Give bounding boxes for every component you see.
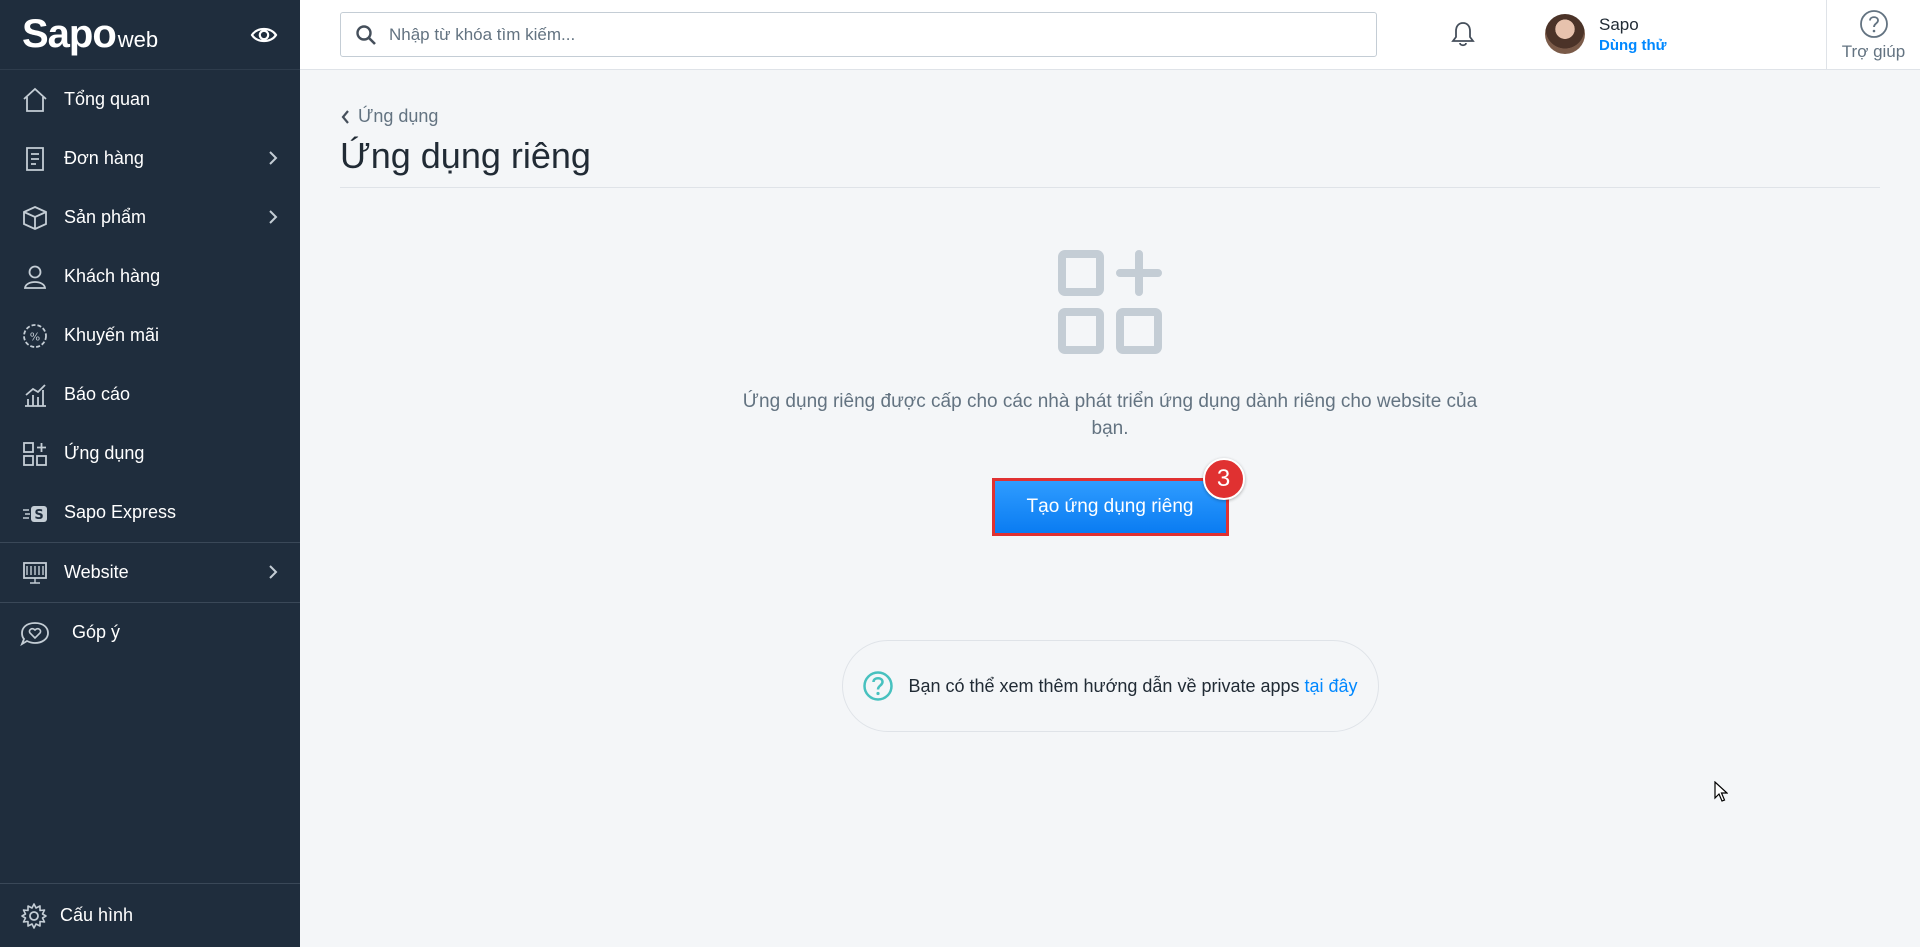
sidebar-item-label: Tổng quan [64,89,151,109]
sidebar: Sapo web Tổng quan Đơn hàng Sản phẩm Khá… [0,0,300,947]
sidebar-item-customers[interactable]: Khách hàng [0,247,300,306]
user-info: Sapo Dùng thử [1599,15,1667,54]
logo-row: Sapo web [0,0,300,70]
chevron-left-icon [341,109,349,124]
help-label: Trợ giúp [1841,41,1906,61]
sidebar-item-label: Góp ý [72,622,121,642]
sidebar-item-apps[interactable]: Ứng dụng [0,424,300,483]
sidebar-item-label: Ứng dụng [64,443,145,463]
sidebar-item-label: Báo cáo [64,384,131,404]
express-icon: S [20,498,50,528]
sidebar-item-reports[interactable]: Báo cáo [0,365,300,424]
chart-icon [20,380,50,410]
search-input[interactable] [389,24,1376,45]
page-title: Ứng dụng riêng [340,135,1880,188]
box-icon [20,203,50,233]
topbar: Sapo Dùng thử Trợ giúp [300,0,1920,70]
heart-chat-icon [20,618,50,648]
breadcrumb-link[interactable]: Ứng dụng [358,106,438,127]
user-icon [20,262,50,292]
mouse-cursor-icon [1714,781,1728,802]
sidebar-item-sapo-express[interactable]: S Sapo Express [0,483,300,542]
search-box[interactable] [340,12,1377,57]
sidebar-item-promotions[interactable]: % Khuyến mãi [0,306,300,365]
question-circle-icon [1859,9,1888,38]
sidebar-item-feedback[interactable]: Góp ý [0,603,300,662]
sidebar-item-website[interactable]: Website [0,543,300,602]
breadcrumb[interactable]: Ứng dụng [340,106,1880,127]
logo-sub: web [117,26,159,52]
question-circle-icon [863,671,894,701]
sidebar-item-label: Sapo Express [64,502,177,522]
bell-icon[interactable] [1450,20,1476,48]
sidebar-item-label: Website [64,562,129,582]
hint-text: Bạn có thể xem thêm hướng dẫn về private… [908,675,1300,696]
user-plan: Dùng thử [1599,36,1667,54]
create-private-app-button[interactable]: Tạo ứng dụng riêng [991,478,1229,536]
svg-text:%: % [30,330,40,343]
avatar [1545,14,1585,54]
home-icon [20,85,50,115]
cta-wrapper: Tạo ứng dụng riêng 3 [991,458,1245,536]
sidebar-item-products[interactable]: Sản phẩm [0,188,300,247]
step-badge: 3 [1202,458,1245,500]
user-menu[interactable]: Sapo Dùng thử [1545,14,1667,54]
apps-add-icon [1058,250,1162,354]
sidebar-item-label: Đơn hàng [64,148,144,168]
user-name: Sapo [1599,14,1639,34]
chevron-right-icon [269,151,278,165]
hint-link[interactable]: tại đây [1305,676,1358,697]
sidebar-item-orders[interactable]: Đơn hàng [0,129,300,188]
main-content: Ứng dụng Ứng dụng riêng Ứng dụng riêng đ… [340,70,1880,732]
order-icon [20,144,50,174]
chevron-right-icon [269,210,278,224]
svg-text:S: S [34,508,43,523]
sidebar-item-label: Sản phẩm [64,207,147,227]
search-icon [356,25,376,45]
gear-icon [21,902,47,929]
eye-icon[interactable] [250,24,278,46]
settings-label: Cấu hình [60,905,134,925]
apps-icon [20,439,50,469]
sidebar-item-overview[interactable]: Tổng quan [0,70,300,129]
sidebar-item-label: Khách hàng [64,266,161,286]
chevron-right-icon [269,565,278,579]
empty-state: Ứng dụng riêng được cấp cho các nhà phát… [340,250,1880,732]
monitor-icon [20,558,50,588]
help-hint: Bạn có thể xem thêm hướng dẫn về private… [841,640,1379,732]
help-button[interactable]: Trợ giúp [1826,0,1920,70]
logo[interactable]: Sapo [22,12,117,57]
sidebar-item-label: Khuyến mãi [64,325,160,345]
empty-description: Ứng dụng riêng được cấp cho các nhà phát… [742,391,1478,439]
percent-icon: % [20,321,50,351]
sidebar-item-settings[interactable]: Cấu hình [0,883,300,947]
